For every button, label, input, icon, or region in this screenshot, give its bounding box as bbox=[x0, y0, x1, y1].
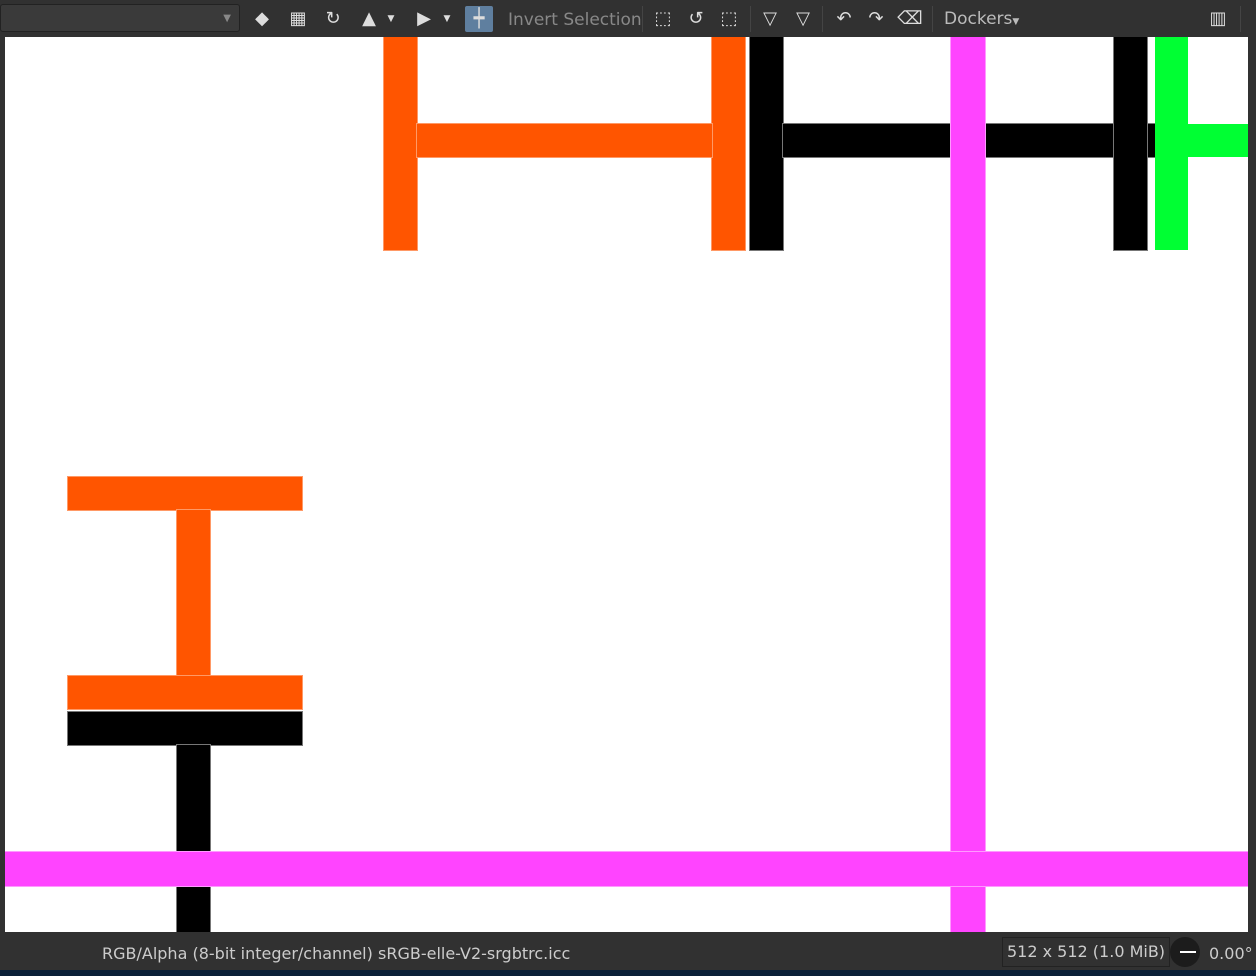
dockers-menu[interactable]: Dockers▼ bbox=[944, 9, 1019, 29]
green-shape bbox=[1155, 37, 1188, 250]
image-size[interactable]: 512 x 512 (1.0 MiB) bbox=[1002, 937, 1171, 967]
magenta-shape bbox=[951, 37, 985, 932]
alpha-lock-icon[interactable]: ▦ bbox=[285, 6, 311, 32]
chevron-down-icon: ▼ bbox=[1012, 17, 1020, 27]
magenta-shape bbox=[5, 852, 1248, 886]
mirror-horizontal-icon[interactable]: ▲ bbox=[356, 6, 382, 32]
black-shape bbox=[750, 37, 783, 250]
orange-shape bbox=[68, 477, 302, 510]
canvas[interactable] bbox=[5, 37, 1248, 932]
orange-shape bbox=[384, 37, 417, 250]
deselect-icon[interactable]: ↺ bbox=[683, 6, 709, 32]
filter-again-icon[interactable]: ▽ bbox=[790, 6, 816, 32]
select-all-icon[interactable]: ⬚ bbox=[650, 6, 676, 32]
color-profile: sRGB-elle-V2-srgbtrc.icc bbox=[378, 944, 571, 963]
workspace-icon[interactable]: ▥ bbox=[1205, 6, 1231, 32]
reload-preset-icon[interactable]: ↻ bbox=[320, 6, 346, 32]
chevron-down-icon: ▼ bbox=[223, 13, 231, 24]
taskbar-edge bbox=[0, 970, 1256, 976]
black-shape bbox=[68, 712, 302, 745]
chevron-down-icon[interactable]: ▼ bbox=[440, 6, 454, 32]
brush-preset-combo[interactable]: ▼ bbox=[0, 4, 240, 32]
rotation-dial-icon[interactable] bbox=[1170, 937, 1200, 967]
mirror-vertical-icon[interactable]: ▶ bbox=[411, 6, 437, 32]
reselect-icon[interactable]: ⬚ bbox=[716, 6, 742, 32]
color-model: RGB/Alpha (8-bit integer/channel) bbox=[102, 944, 373, 963]
orange-shape bbox=[177, 510, 210, 676]
chevron-down-icon[interactable]: ▼ bbox=[384, 6, 398, 32]
black-shape bbox=[1114, 37, 1147, 250]
invert-selection-button[interactable]: Invert Selection bbox=[508, 10, 642, 30]
clear-icon[interactable]: ⌫ bbox=[897, 6, 923, 32]
rotation-value: 0.00° bbox=[1209, 944, 1253, 963]
green-shape bbox=[1188, 124, 1248, 157]
orange-shape bbox=[68, 676, 302, 709]
redo-icon[interactable]: ↷ bbox=[863, 6, 889, 32]
black-shape bbox=[177, 745, 210, 932]
eraser-icon[interactable]: ◆ bbox=[249, 6, 275, 32]
status-bar: RGB/Alpha (8-bit integer/channel) sRGB-e… bbox=[0, 932, 1256, 970]
wrap-around-icon[interactable]: ┿ bbox=[465, 6, 493, 32]
undo-icon[interactable]: ↶ bbox=[831, 6, 857, 32]
orange-shape bbox=[417, 124, 712, 157]
filter-icon[interactable]: ▽ bbox=[757, 6, 783, 32]
toolbar: ▼ ◆ ▦ ↻ ▲ ▼ ▶ ▼ ┿ Invert Selection ⬚ ↺ ⬚… bbox=[0, 0, 1256, 37]
orange-shape bbox=[712, 37, 745, 250]
